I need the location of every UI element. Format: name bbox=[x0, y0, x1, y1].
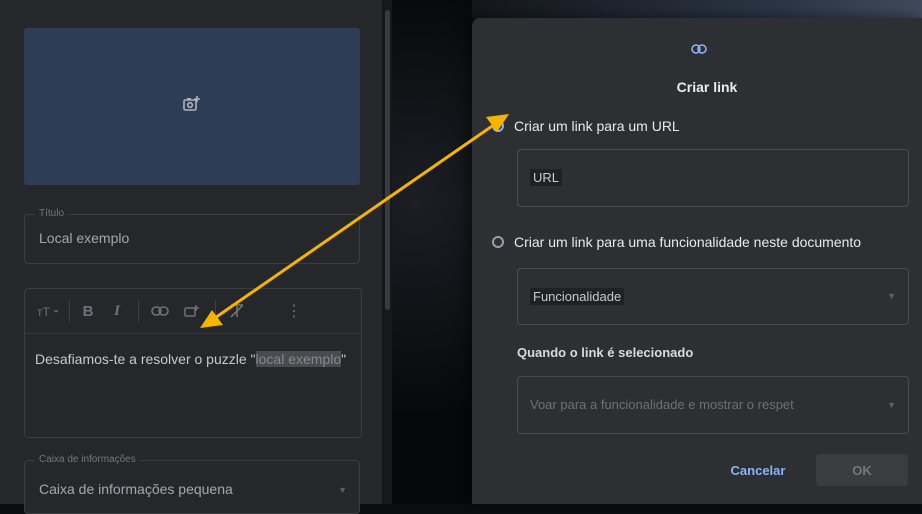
radio-option-feature[interactable]: Criar um link para uma funcionalidade ne… bbox=[492, 234, 861, 250]
infobox-field[interactable]: Caixa de informações Caixa de informaçõe… bbox=[24, 454, 360, 514]
panel-scrollbar-thumb[interactable] bbox=[385, 10, 390, 310]
url-placeholder: URL bbox=[530, 169, 563, 186]
description-prefix: Desafiamos-te a resolver o puzzle " bbox=[35, 351, 256, 367]
radio-feature-label[interactable]: Criar um link para uma funcionalidade ne… bbox=[514, 234, 861, 250]
title-field[interactable]: Título Local exemplo bbox=[24, 208, 360, 264]
create-link-dialog: Criar link Criar um link para um URL URL… bbox=[472, 18, 922, 504]
action-select-value: Voar para a funcionalidade e mostrar o r… bbox=[530, 397, 794, 412]
feature-select[interactable]: Funcionalidade ▼ bbox=[517, 268, 909, 325]
toolbar-separator bbox=[215, 300, 216, 322]
image-placeholder[interactable] bbox=[24, 28, 360, 185]
text-size-icon[interactable]: тT bbox=[35, 299, 61, 323]
toolbar-separator bbox=[69, 300, 70, 322]
radio-url-label[interactable]: Criar um link para um URL bbox=[514, 118, 680, 134]
title-field-value[interactable]: Local exemplo bbox=[39, 230, 129, 246]
insert-link-icon[interactable] bbox=[177, 299, 207, 323]
url-input[interactable]: URL bbox=[517, 149, 909, 207]
bold-icon[interactable]: B bbox=[78, 299, 98, 323]
ok-button[interactable]: OK bbox=[816, 454, 908, 486]
chevron-down-icon[interactable]: ▼ bbox=[887, 400, 896, 410]
cancel-button[interactable]: Cancelar bbox=[722, 452, 794, 488]
radio-option-url[interactable]: Criar um link para um URL bbox=[492, 118, 680, 134]
editor-panel: Título Local exemplo тT B I ⋮ Desafiamos… bbox=[0, 0, 382, 514]
radio-url[interactable] bbox=[492, 120, 504, 132]
toolbar-separator bbox=[138, 300, 139, 322]
feature-select-value: Funcionalidade bbox=[530, 288, 625, 305]
description-link-highlight[interactable]: local exemplo bbox=[255, 351, 342, 367]
infobox-field-value[interactable]: Caixa de informações pequena bbox=[39, 481, 233, 497]
dialog-title: Criar link bbox=[676, 79, 738, 95]
action-select[interactable]: Voar para a funcionalidade e mostrar o r… bbox=[517, 376, 909, 434]
when-selected-label: Quando o link é selecionado bbox=[517, 345, 694, 360]
more-icon[interactable]: ⋮ bbox=[284, 299, 304, 323]
infobox-field-legend: Caixa de informações bbox=[35, 454, 140, 465]
link-icon[interactable] bbox=[147, 299, 173, 323]
clear-formatting-icon[interactable] bbox=[224, 299, 250, 323]
description-suffix: " bbox=[341, 351, 347, 367]
globe-background bbox=[392, 0, 472, 504]
add-photo-icon[interactable] bbox=[182, 94, 202, 119]
italic-icon[interactable]: I bbox=[104, 299, 130, 323]
chevron-down-icon[interactable]: ▼ bbox=[338, 485, 347, 495]
link-icon bbox=[691, 41, 707, 59]
formatting-toolbar: тT B I ⋮ bbox=[25, 289, 361, 334]
chevron-down-icon[interactable]: ▼ bbox=[887, 291, 896, 301]
globe-background-top bbox=[472, 0, 922, 18]
description-text[interactable]: Desafiamos-te a resolver o puzzle "local… bbox=[35, 349, 353, 369]
title-field-legend: Título bbox=[35, 208, 69, 219]
radio-feature[interactable] bbox=[492, 236, 504, 248]
svg-text:тT: тT bbox=[37, 305, 50, 318]
description-editor[interactable]: тT B I ⋮ Desafiamos-te a resolver o puzz… bbox=[24, 288, 362, 438]
